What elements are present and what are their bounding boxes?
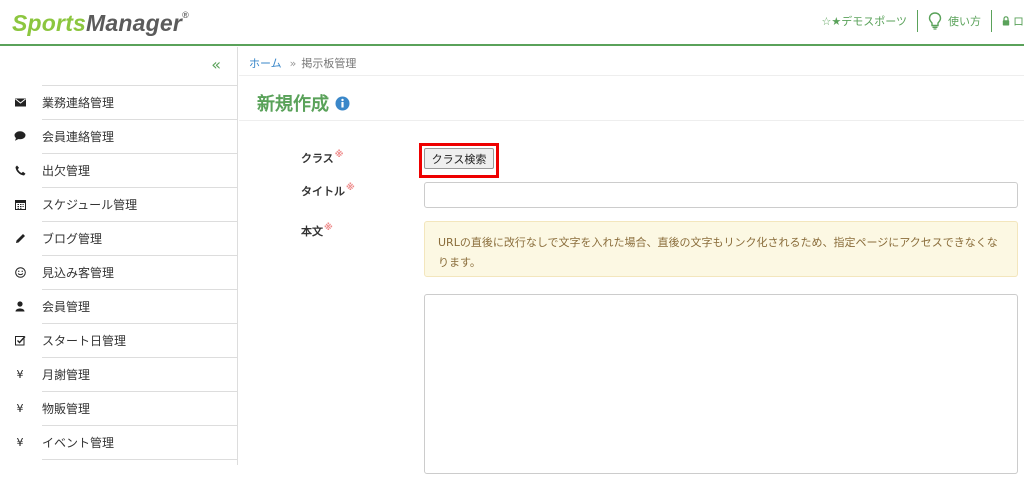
sportsmanager-logo[interactable]: SportsManager® bbox=[12, 9, 189, 37]
sidebar-item-next bbox=[0, 459, 237, 493]
sidebar-item-start-date[interactable]: スタート日管理 bbox=[0, 323, 237, 357]
breadcrumb: ホーム » 掲示板管理 bbox=[249, 55, 356, 71]
sidebar-item-label: 物販管理 bbox=[42, 401, 91, 416]
comment-icon bbox=[14, 130, 26, 142]
sidebar-menu: 業務連絡管理 会員連絡管理 出欠管理 スケジュール管理 ブログ管理 見込み客管理… bbox=[0, 85, 237, 493]
sidebar-item-label: イベント管理 bbox=[42, 435, 115, 450]
required-mark: ※ bbox=[334, 150, 344, 160]
info-icon[interactable] bbox=[335, 96, 350, 111]
title-input[interactable] bbox=[424, 182, 1018, 208]
sidebar-item-schedule[interactable]: スケジュール管理 bbox=[0, 187, 237, 221]
app-header: SportsManager® ☆★デモスポーツ 使い方 ロ bbox=[0, 0, 1024, 46]
envelope-icon bbox=[14, 96, 26, 108]
sidebar-item-monthly-fee[interactable]: ¥ 月謝管理 bbox=[0, 357, 237, 391]
smile-icon bbox=[14, 266, 26, 278]
top-nav: ☆★デモスポーツ 使い方 ロ bbox=[811, 8, 1024, 34]
breadcrumb-current: 掲示板管理 bbox=[301, 57, 357, 70]
sidebar-item-label: ブログ管理 bbox=[42, 231, 103, 246]
sidebar-item-label: 会員管理 bbox=[42, 299, 91, 314]
sidebar-item-business-contact[interactable]: 業務連絡管理 bbox=[0, 85, 237, 119]
body-textarea[interactable] bbox=[424, 294, 1018, 474]
title-label-text: タイトル bbox=[301, 185, 345, 198]
required-mark: ※ bbox=[324, 223, 333, 233]
required-mark: ※ bbox=[346, 183, 355, 193]
logo-sports-text: Sports bbox=[12, 9, 87, 36]
sidebar-item-label: 出欠管理 bbox=[42, 163, 91, 178]
sidebar-item-events[interactable]: ¥ イベント管理 bbox=[0, 425, 237, 459]
sidebar-item-label: 業務連絡管理 bbox=[42, 95, 115, 110]
url-warning-notice: URLの直後に改行なしで文字を入れた場合、直後の文字もリンク化されるため、指定ペ… bbox=[424, 221, 1018, 277]
yen-icon: ¥ bbox=[16, 367, 24, 381]
breadcrumb-separator: » bbox=[289, 57, 297, 70]
sidebar-item-members[interactable]: 会員管理 bbox=[0, 289, 237, 323]
sidebar-item-member-contact[interactable]: 会員連絡管理 bbox=[0, 119, 237, 153]
sidebar: « 業務連絡管理 会員連絡管理 出欠管理 スケジュール管理 ブログ管理 見込み客… bbox=[0, 47, 238, 465]
body-label-text: 本文 bbox=[301, 225, 323, 238]
page-title-text: 新規作成 bbox=[257, 94, 329, 115]
user-icon bbox=[14, 300, 26, 312]
sidebar-item-label: スケジュール管理 bbox=[42, 197, 138, 212]
breadcrumb-home-link[interactable]: ホーム bbox=[249, 57, 282, 70]
body-label: 本文※ bbox=[301, 223, 333, 239]
sidebar-item-label: 会員連絡管理 bbox=[42, 129, 115, 144]
help-label: 使い方 bbox=[948, 15, 981, 28]
sidebar-item-prospects[interactable]: 見込み客管理 bbox=[0, 255, 237, 289]
checkbox-icon bbox=[14, 334, 26, 346]
yen-icon: ¥ bbox=[16, 401, 24, 415]
class-search-button[interactable]: クラス検索 bbox=[424, 148, 494, 169]
lightbulb-icon bbox=[928, 12, 942, 30]
logo-manager-text: Manager bbox=[86, 9, 183, 36]
help-link[interactable]: 使い方 bbox=[918, 9, 991, 33]
page-title: 新規作成 bbox=[257, 90, 350, 116]
title-label: タイトル※ bbox=[301, 183, 355, 199]
sidebar-item-label: 月謝管理 bbox=[42, 367, 91, 382]
class-label-text: クラス bbox=[301, 152, 334, 165]
collapse-sidebar-button[interactable]: « bbox=[211, 55, 221, 74]
sidebar-item-label: スタート日管理 bbox=[42, 333, 127, 348]
sidebar-item-label: 見込み客管理 bbox=[42, 265, 115, 280]
yen-icon: ¥ bbox=[16, 435, 24, 449]
lock-icon bbox=[1002, 16, 1010, 26]
pencil-icon bbox=[14, 232, 26, 244]
org-name-label: ☆★デモスポーツ bbox=[821, 15, 907, 28]
title-divider bbox=[239, 120, 1024, 121]
logout-link[interactable]: ロ bbox=[992, 9, 1024, 33]
registered-mark: ® bbox=[182, 9, 189, 20]
breadcrumb-divider bbox=[239, 75, 1024, 76]
sidebar-item-merchandise[interactable]: ¥ 物販管理 bbox=[0, 391, 237, 425]
sidebar-item-blog[interactable]: ブログ管理 bbox=[0, 221, 237, 255]
class-label: クラス※ bbox=[301, 150, 344, 166]
org-name-link[interactable]: ☆★デモスポーツ bbox=[811, 9, 917, 33]
phone-icon bbox=[14, 164, 26, 176]
logout-label: ロ bbox=[1013, 15, 1024, 28]
calendar-icon bbox=[14, 198, 26, 210]
sidebar-item-attendance[interactable]: 出欠管理 bbox=[0, 153, 237, 187]
